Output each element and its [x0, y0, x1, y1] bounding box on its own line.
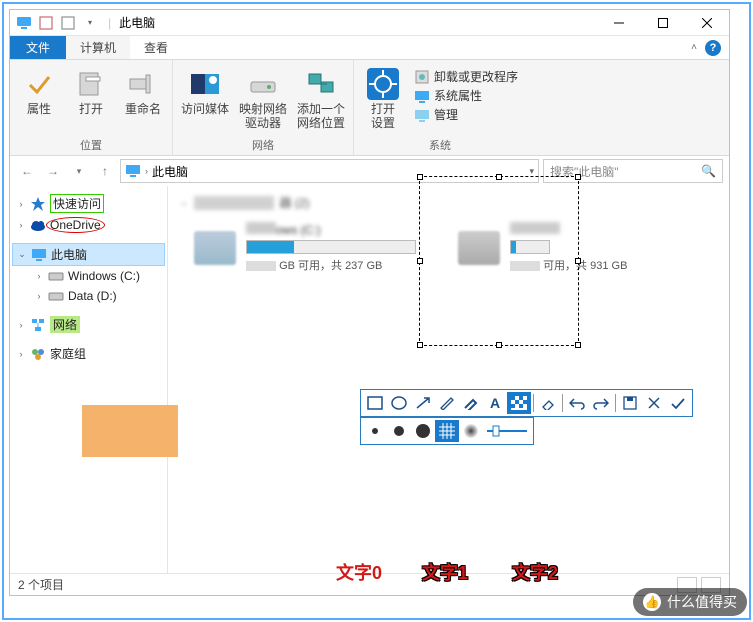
ribbon-tabs: 文件 计算机 查看 ˄ ? [10, 36, 729, 60]
tool-text[interactable]: A [483, 392, 507, 414]
breadcrumb[interactable]: 此电脑 [152, 163, 188, 180]
tab-file[interactable]: 文件 [10, 36, 66, 59]
nav-label: 家庭组 [50, 345, 86, 362]
mosaic-style[interactable] [435, 420, 459, 442]
uninstall-programs-button[interactable]: 卸载或更改程序 [414, 68, 518, 85]
group-label: 网络 [181, 135, 345, 153]
nav-windows-c[interactable]: › Windows (C:) [12, 266, 165, 286]
access-media-button[interactable]: 访问媒体 [181, 64, 229, 135]
nav-homegroup[interactable]: › 家庭组 [12, 343, 165, 364]
sample-text-1: 文字1 [422, 559, 468, 585]
thumb-icon: 👍 [643, 593, 661, 611]
nav-network[interactable]: › 网络 [12, 314, 165, 335]
qat-item[interactable] [60, 15, 76, 31]
undo-button[interactable] [565, 392, 589, 414]
tool-eraser[interactable] [536, 392, 560, 414]
size-small[interactable] [363, 420, 387, 442]
nav-data-d[interactable]: › Data (D:) [12, 286, 165, 306]
star-icon [30, 196, 46, 212]
titlebar: ▾ | 此电脑 [10, 10, 729, 36]
tool-ellipse[interactable] [387, 392, 411, 414]
tool-arrow[interactable] [411, 392, 435, 414]
drive-icon [194, 231, 236, 265]
forward-button[interactable]: → [42, 160, 64, 182]
qat-item[interactable] [38, 15, 54, 31]
help-icon[interactable]: ? [705, 40, 721, 56]
tool-marker[interactable] [459, 392, 483, 414]
tab-computer[interactable]: 计算机 [66, 36, 130, 59]
ribbon: 属性 打开 重命名 位置 访问媒体 [10, 60, 729, 156]
nav-label: Data (D:) [68, 289, 117, 303]
cancel-button[interactable] [642, 392, 666, 414]
blur-style[interactable] [459, 420, 483, 442]
nav-pane: › 快速访问 › OneDrive ⌄ 此电脑 › [10, 186, 168, 573]
rename-button[interactable]: 重命名 [122, 64, 164, 135]
capacity-bar [246, 240, 416, 254]
homegroup-icon [30, 346, 46, 362]
nav-label: 网络 [50, 316, 80, 333]
nav-this-pc[interactable]: ⌄ 此电脑 [12, 243, 165, 266]
nav-label: 快速访问 [50, 194, 104, 213]
watermark: 👍 什么值得买 [633, 588, 747, 616]
nav-onedrive[interactable]: › OneDrive [12, 215, 165, 235]
nav-quick-access[interactable]: › 快速访问 [12, 192, 165, 215]
address-row: ← → ▾ ↑ › 此电脑 ▾ 搜索"此电脑" 🔍 [10, 156, 729, 186]
back-button[interactable]: ← [16, 160, 38, 182]
open-settings-button[interactable]: 打开 设置 [362, 64, 404, 135]
maximize-button[interactable] [641, 10, 685, 36]
nav-label: Windows (C:) [68, 269, 140, 283]
confirm-button[interactable] [666, 392, 690, 414]
search-icon: 🔍 [701, 164, 716, 178]
redo-button[interactable] [589, 392, 613, 414]
sample-text-2: 文字2 [512, 559, 558, 585]
group-label: 系统 [362, 135, 518, 153]
open-button[interactable]: 打开 [70, 64, 112, 135]
tool-mosaic[interactable] [507, 392, 531, 414]
sample-text-0: 文字0 [336, 559, 382, 585]
add-network-location-button[interactable]: 添加一个 网络位置 [297, 64, 345, 135]
group-label: 位置 [18, 135, 164, 153]
annotation-toolbar: A [360, 389, 693, 417]
drive-c[interactable]: ows (C:) GB 可用，共 237 GB [194, 222, 416, 273]
collapse-ribbon-icon[interactable]: ˄ [691, 42, 697, 53]
drive-icon [48, 288, 64, 304]
size-slider[interactable] [483, 420, 531, 442]
annotation-size-bar [360, 417, 534, 445]
explorer-window: ▾ | 此电脑 文件 计算机 查看 ˄ ? [9, 9, 730, 596]
qat-dropdown[interactable]: ▾ [82, 15, 98, 31]
drive-icon [48, 268, 64, 284]
close-button[interactable] [685, 10, 729, 36]
annotation-patch [82, 405, 178, 457]
recent-dropdown[interactable]: ▾ [68, 160, 90, 182]
tab-view[interactable]: 查看 [130, 36, 182, 59]
item-count: 2 个项目 [18, 576, 64, 593]
size-medium[interactable] [387, 420, 411, 442]
pc-icon [16, 15, 32, 31]
network-icon [30, 317, 46, 333]
properties-button[interactable]: 属性 [18, 64, 60, 135]
selection-rectangle[interactable] [419, 176, 579, 346]
pc-icon [31, 247, 47, 263]
cloud-icon [30, 217, 46, 233]
window-title: 此电脑 [119, 14, 155, 31]
up-button[interactable]: ↑ [94, 160, 116, 182]
pc-icon [125, 163, 141, 179]
nav-label: 此电脑 [51, 246, 87, 263]
manage-button[interactable]: 管理 [414, 106, 518, 123]
minimize-button[interactable] [597, 10, 641, 36]
nav-label: OneDrive [50, 218, 101, 232]
system-properties-button[interactable]: 系统属性 [414, 87, 518, 104]
tool-pen[interactable] [435, 392, 459, 414]
save-button[interactable] [618, 392, 642, 414]
map-drive-button[interactable]: 映射网络 驱动器 [239, 64, 287, 135]
size-large[interactable] [411, 420, 435, 442]
tool-rect[interactable] [363, 392, 387, 414]
